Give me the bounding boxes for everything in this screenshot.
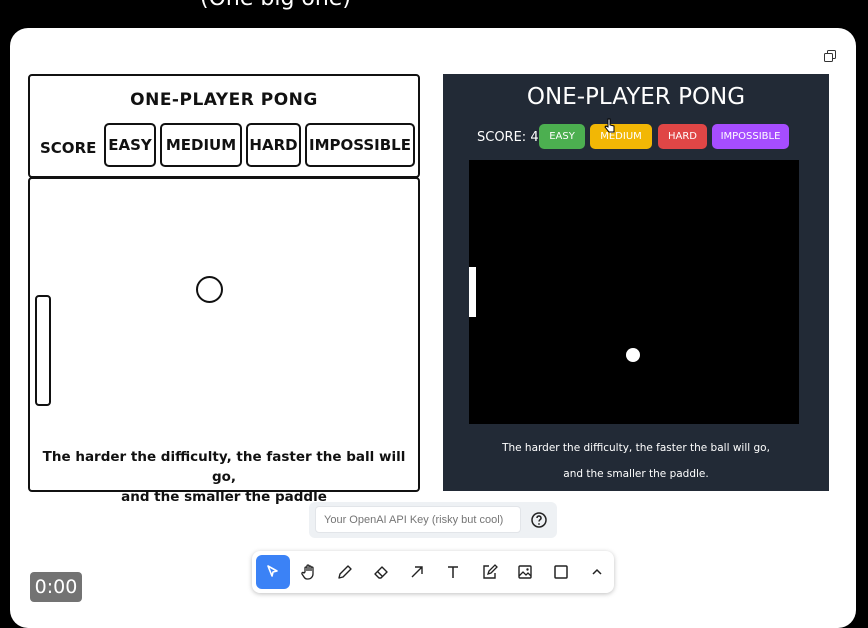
ball — [626, 348, 640, 362]
sketch-ball — [196, 276, 223, 303]
pencil-tool-button[interactable] — [328, 555, 362, 589]
eraser-tool-button[interactable] — [364, 555, 398, 589]
api-key-input[interactable] — [315, 506, 521, 533]
help-icon[interactable] — [531, 512, 547, 528]
hand-icon — [301, 564, 314, 580]
sketch-paddle — [35, 295, 51, 406]
text-tool-button[interactable] — [436, 555, 470, 589]
image-tool-button[interactable] — [508, 555, 542, 589]
sketch-score-label: SCORE — [40, 139, 97, 157]
sketch-caption: The harder the difficulty, the faster th… — [30, 447, 418, 507]
expand-toolbar-button[interactable] — [580, 555, 614, 589]
text-icon — [448, 566, 458, 578]
hand-tool-button[interactable] — [292, 555, 326, 589]
pencil-icon — [338, 565, 352, 579]
drawing-toolbar — [252, 551, 614, 593]
api-key-panel — [309, 502, 557, 538]
app-caption-line2: and the smaller the paddle. — [563, 468, 709, 480]
sketch-mockup: ONE-PLAYER PONG SCORE EASY MEDIUM HARD I… — [28, 74, 420, 505]
sketch-medium-button: MEDIUM — [160, 123, 242, 167]
arrow-tool-button[interactable] — [400, 555, 434, 589]
sketch-caption-line1: The harder the difficulty, the faster th… — [42, 449, 406, 485]
app-caption-line1: The harder the difficulty, the faster th… — [502, 442, 770, 454]
rectangle-tool-button[interactable] — [544, 555, 578, 589]
game-field[interactable] — [469, 160, 799, 424]
paddle — [469, 267, 476, 317]
hard-button[interactable]: HARD — [658, 124, 707, 149]
image-icon — [518, 565, 532, 579]
rectangle-icon — [554, 565, 568, 579]
impossible-button[interactable]: IMPOSSIBLE — [712, 124, 789, 149]
chevron-up-icon — [592, 568, 602, 575]
select-tool-button[interactable] — [256, 555, 290, 589]
note-tool-button[interactable] — [472, 555, 506, 589]
arrow-icon — [411, 566, 423, 578]
app-caption: The harder the difficulty, the faster th… — [443, 435, 829, 487]
sketch-game-field: The harder the difficulty, the faster th… — [28, 177, 420, 505]
sketch-hard-button: HARD — [246, 123, 301, 167]
sketch-easy-button: EASY — [104, 123, 156, 167]
sketch-title: ONE-PLAYER PONG — [130, 90, 318, 110]
note-edit-icon — [483, 564, 498, 579]
easy-button[interactable]: EASY — [539, 124, 585, 149]
mouse-cursor-icon — [604, 118, 615, 133]
sketch-header-box: ONE-PLAYER PONG SCORE EASY MEDIUM HARD I… — [28, 74, 420, 178]
cursor-arrow-icon — [267, 565, 278, 577]
eraser-icon — [374, 566, 388, 579]
video-timer: 0:00 — [30, 572, 82, 602]
copy-icon[interactable] — [824, 50, 836, 62]
video-title-fragment: (One big one) — [200, 0, 351, 11]
sketch-impossible-button: IMPOSSIBLE — [305, 123, 415, 167]
pong-app-preview[interactable]: ONE-PLAYER PONG SCORE: 4 EASY MEDIUM HAR… — [443, 74, 829, 491]
medium-button[interactable]: MEDIUM — [590, 124, 652, 149]
app-score: SCORE: 4 — [477, 130, 539, 145]
app-title: ONE-PLAYER PONG — [526, 84, 746, 110]
